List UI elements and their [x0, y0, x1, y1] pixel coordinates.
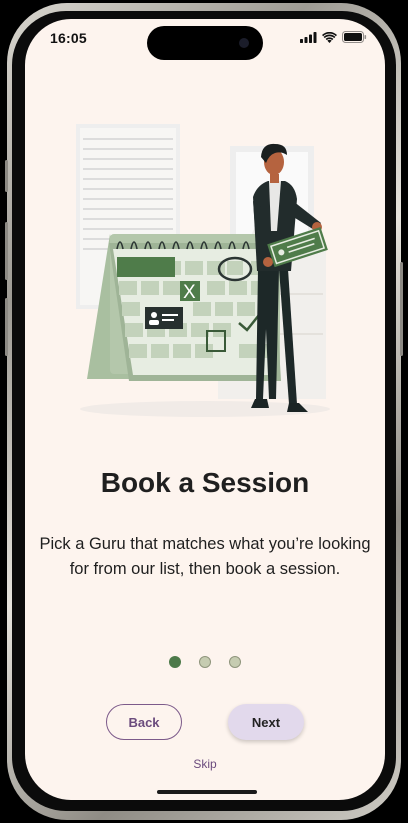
volume-up-button [5, 222, 8, 280]
volume-down-button [5, 298, 8, 356]
power-button [400, 262, 403, 356]
status-time: 16:05 [50, 30, 87, 46]
page-title: Book a Session [100, 467, 310, 498]
battery-icon [342, 31, 367, 43]
signal-icon [300, 31, 317, 43]
calendar-booking-illustration: X [76, 124, 330, 417]
back-button[interactable]: Back [106, 704, 182, 740]
next-button[interactable]: Next [228, 704, 304, 740]
skip-link[interactable]: Skip [25, 757, 385, 771]
page-description: Pick a Guru that matches what you’re loo… [39, 535, 371, 578]
page-dot-1[interactable] [169, 656, 181, 668]
page-dot-3[interactable] [229, 656, 241, 668]
status-icons [300, 31, 367, 43]
calendar-x-mark: X [183, 282, 196, 303]
dynamic-island [147, 26, 263, 60]
page-indicator [25, 656, 385, 668]
page-dot-2[interactable] [199, 656, 211, 668]
home-indicator[interactable] [157, 790, 257, 794]
screen: 16:05 X Book a Session Pick a Guru that … [25, 19, 385, 800]
wifi-icon [322, 31, 337, 43]
camera-icon [239, 38, 249, 48]
action-button [5, 160, 8, 192]
